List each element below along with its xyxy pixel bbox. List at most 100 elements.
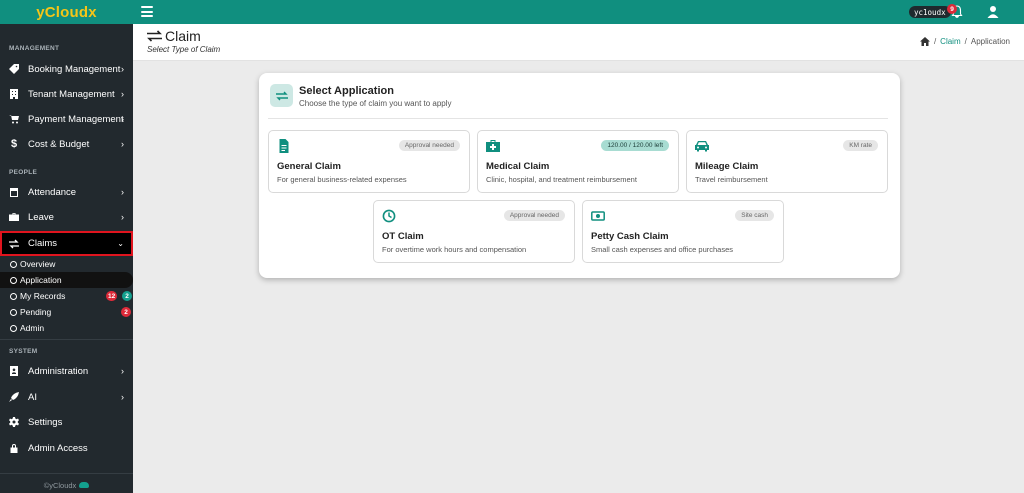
clock-icon [382,209,396,223]
option-title: General Claim [277,161,341,172]
chevron-right-icon: › [121,114,124,124]
section-label-people: PEOPLE [9,169,38,176]
brand-logo[interactable]: yCloudx [0,0,133,24]
user-pill[interactable]: yc1oudx [909,6,951,18]
sidebar-item-admin-access[interactable]: Admin Access [0,437,133,459]
gear-icon [9,417,19,427]
sidebar-item-label: Attendance [28,186,77,198]
breadcrumb-separator: / [964,37,967,46]
brand-name: yCloudx [36,3,97,21]
sidebar-item-label: Settings [28,416,63,428]
sidebar-item-label: AI [28,391,37,403]
lock-icon [9,443,19,453]
sidebar-item-booking-management[interactable]: Booking Management › [0,58,133,80]
sidebar-item-payment-management[interactable]: Payment Management › [0,108,133,130]
chevron-right-icon: › [121,366,124,376]
menu-toggle-icon[interactable] [141,6,153,17]
section-label-management: MANAGEMENT [9,45,60,52]
sidebar-subitem-application[interactable]: Application [0,272,133,288]
card-divider [268,118,888,119]
sidebar-item-label: Claims [28,238,58,249]
page-title-text: Claim [165,28,201,44]
breadcrumb-link-claim[interactable]: Claim [940,37,960,46]
option-general-claim[interactable]: Approval needed General Claim For genera… [268,130,470,193]
money-icon [591,211,605,221]
exchange-icon [147,30,162,42]
sidebar-subitem-my-records[interactable]: My Records 12 2 [0,288,133,304]
sidebar-item-tenant-management[interactable]: Tenant Management › [0,83,133,105]
option-ot-claim[interactable]: Approval needed OT Claim For overtime wo… [373,200,575,263]
option-description: For overtime work hours and compensation [382,245,527,254]
sidebar-item-ai[interactable]: AI › [0,386,133,408]
option-description: Small cash expenses and office purchases [591,245,734,254]
subitem-label: My Records [20,291,66,301]
user-icon[interactable] [986,5,1000,19]
subitem-label: Admin [20,323,45,333]
option-badge: Approval needed [398,140,460,151]
option-description: Clinic, hospital, and treatment reimburs… [486,175,637,184]
option-title: Petty Cash Claim [591,231,669,242]
count-badge: 2 [122,291,132,301]
option-description: For general business-related expenses [277,175,407,184]
page-subtitle: Select Type of Claim [147,45,221,54]
option-title: Medical Claim [486,161,550,172]
sidebar-item-claims[interactable]: Claims ⌄ [0,231,133,256]
sidebar-item-attendance[interactable]: Attendance › [0,181,133,203]
option-title: OT Claim [382,231,424,242]
chevron-right-icon: › [121,392,124,402]
card-title: Select Application [299,85,394,97]
sidebar-item-leave[interactable]: Leave › [0,206,133,228]
sidebar-subitem-overview[interactable]: Overview [0,256,133,272]
sidebar-item-label: Leave [28,211,54,223]
option-mileage-claim[interactable]: KM rate Mileage Claim Travel reimburseme… [686,130,888,193]
notification-button[interactable]: 9 [947,4,965,20]
circle-icon [10,292,17,300]
option-medical-claim[interactable]: 120.00 / 120.00 left Medical Claim Clini… [477,130,679,193]
notification-badge: 9 [947,4,957,14]
breadcrumb-current: Application [970,37,1010,46]
option-title: Mileage Claim [695,161,759,172]
dollar-icon: $ [10,138,18,150]
chevron-right-icon: › [121,89,124,99]
option-badge: Site cash [735,210,774,221]
chevron-right-icon: › [121,187,124,197]
car-icon [695,141,709,152]
page-header: Claim Select Type of Claim / Claim / App… [133,24,1024,61]
option-badge: KM rate [843,140,878,151]
option-badge: Approval needed [503,210,565,221]
topbar: yc1oudx 9 [133,0,1024,24]
sidebar-item-administration[interactable]: Administration › [0,360,133,382]
sidebar-divider [0,473,133,474]
circle-icon [10,276,17,284]
sidebar-subitem-admin[interactable]: Admin [0,320,133,336]
breadcrumb: / Claim / Application [919,37,1010,46]
sidebar-subitem-pending[interactable]: Pending 2 [0,304,133,320]
footer-text: ©yCloudx [43,480,77,490]
select-application-card: Select Application Choose the type of cl… [259,73,900,278]
tag-icon [9,64,19,74]
option-badge: 120.00 / 120.00 left [601,140,669,151]
sidebar-item-label: Admin Access [28,442,88,454]
sidebar-item-label: Booking Management [28,63,121,75]
chevron-right-icon: › [121,212,124,222]
circle-icon [10,260,17,268]
calendar-icon [9,187,19,197]
chevron-right-icon: › [121,139,124,149]
briefcase-icon [9,212,19,222]
page-title: Claim [147,28,201,44]
home-icon[interactable] [919,37,930,46]
sidebar-item-label: Cost & Budget [28,138,90,150]
chevron-right-icon: › [121,64,124,74]
subitem-label: Pending [20,307,52,317]
sidebar-item-settings[interactable]: Settings [0,411,133,433]
option-petty-cash-claim[interactable]: Site cash Petty Cash Claim Small cash ex… [582,200,784,263]
chevron-down-icon: ⌄ [117,239,124,248]
subitem-label: Application [20,275,62,285]
sidebar-divider [0,339,133,340]
sidebar-footer: ©yCloudx [0,477,133,493]
subitem-label: Overview [20,259,56,269]
sidebar-item-label: Tenant Management [28,88,115,100]
medkit-icon [486,140,500,152]
sidebar-item-cost-budget[interactable]: $ Cost & Budget › [0,133,133,155]
option-description: Travel reimbursement [695,175,768,184]
